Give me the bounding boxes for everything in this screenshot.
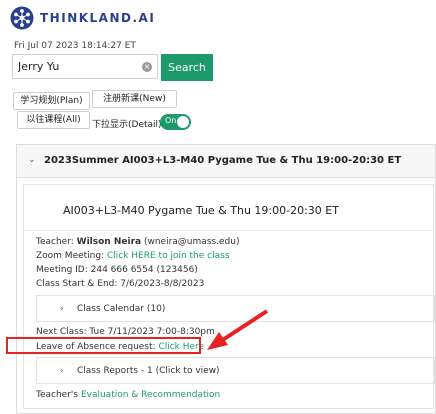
red-arrow-icon [207, 309, 269, 350]
class-reports-label: Class Reports - 1 (Click to view) [77, 366, 220, 376]
plan-button[interactable]: 学习规划(Plan) [13, 92, 90, 110]
detail-toggle-label: 下拉显示(Detail) [92, 120, 162, 130]
clear-icon[interactable]: × [142, 61, 152, 72]
teacher-line: Teacher: Wilson Neira (wneira@umass.edu) [36, 237, 240, 247]
teacher-name: Wilson Neira [76, 237, 142, 247]
timestamp: Fri Jul 07 2023 18:14:27 ET [14, 41, 136, 51]
course-panel: ⌄ 2023Summer AI003+L3-M40 Pygame Tue & T… [16, 144, 436, 414]
logo-text: THINKLAND.AI [40, 11, 156, 25]
class-title: AI003+L3-M40 Pygame Tue & Thu 19:00-20:3… [63, 204, 339, 217]
new-course-button[interactable]: 注册新课(New) [92, 90, 177, 108]
course-panel-header[interactable]: ⌄ 2023Summer AI003+L3-M40 Pygame Tue & T… [17, 145, 435, 178]
class-reports-section[interactable]: › Class Reports - 1 (Click to view) [36, 357, 435, 384]
meeting-id: Meeting ID: 244 666 6554 (123456) [36, 265, 198, 275]
leave-highlight-box [6, 337, 201, 354]
zoom-line: Zoom Meeting: Click HERE to join the cla… [36, 251, 230, 261]
teacher-email: (wneira@umass.edu) [143, 237, 240, 247]
next-class: Next Class: Tue 7/11/2023 7:00-8:30pm [36, 327, 215, 337]
detail-toggle[interactable]: On [160, 114, 191, 130]
search-field[interactable]: × [12, 54, 158, 79]
evaluation-label: Teacher's [36, 390, 79, 400]
zoom-link[interactable]: Click HERE to join the class [107, 251, 230, 261]
evaluation-link[interactable]: Evaluation & Recommendation [81, 390, 220, 400]
teacher-label: Teacher: [36, 237, 74, 247]
toggle-state: On [165, 116, 177, 125]
chevron-right-icon: › [60, 366, 64, 376]
all-courses-button[interactable]: 以往课程(All) [17, 111, 90, 129]
evaluation-line: Teacher's Evaluation & Recommendation [36, 390, 220, 400]
class-calendar-label: Class Calendar (10) [77, 304, 166, 314]
thinkland-logo-icon [10, 6, 34, 30]
chevron-down-icon: ⌄ [28, 155, 36, 165]
logo: THINKLAND.AI [10, 6, 155, 30]
chevron-right-icon: › [60, 304, 64, 314]
search-input[interactable] [13, 60, 138, 73]
class-card: AI003+L3-M40 Pygame Tue & Thu 19:00-20:3… [23, 184, 435, 409]
course-panel-title: 2023Summer AI003+L3-M40 Pygame Tue & Thu… [44, 155, 402, 166]
toggle-knob [177, 116, 189, 128]
search-button[interactable]: Search [161, 54, 213, 81]
zoom-label: Zoom Meeting: [36, 251, 105, 261]
class-dates: Class Start & End: 7/6/2023-8/8/2023 [36, 279, 205, 289]
divider [24, 230, 433, 231]
